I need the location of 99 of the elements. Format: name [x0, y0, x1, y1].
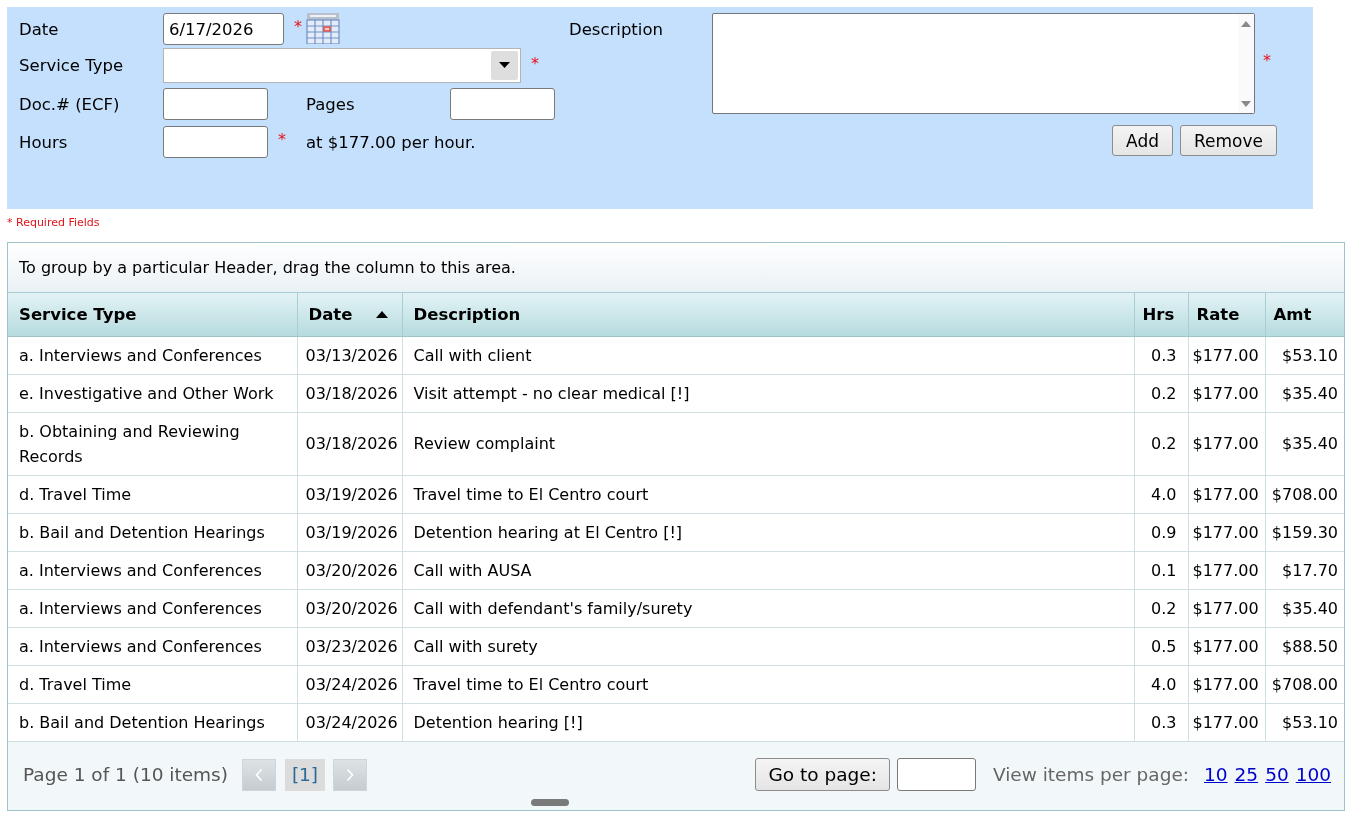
remove-button[interactable]: Remove: [1180, 125, 1277, 156]
page-summary: Page 1 of 1 (10 items): [23, 764, 228, 785]
pages-input[interactable]: [450, 88, 555, 120]
column-header[interactable]: Rate: [1188, 293, 1265, 336]
table-cell: $177.00: [1188, 589, 1265, 627]
resize-handle[interactable]: [531, 798, 569, 806]
table-cell: 0.3: [1134, 703, 1188, 741]
table-cell: e. Investigative and Other Work: [8, 374, 297, 412]
doc-number-input[interactable]: [163, 88, 268, 120]
table-cell: 03/18/2026: [297, 412, 402, 475]
table-cell: Travel time to El Centro court: [402, 475, 1134, 513]
table-cell: $53.10: [1265, 703, 1344, 741]
table-cell: Call with defendant's family/surety: [402, 589, 1134, 627]
page-size-link[interactable]: 100: [1295, 764, 1331, 785]
hours-input[interactable]: [163, 126, 268, 158]
table-cell: b. Bail and Detention Hearings: [8, 703, 297, 741]
table-cell: 03/20/2026: [297, 589, 402, 627]
column-header[interactable]: Hrs: [1134, 293, 1188, 336]
table-cell: a. Interviews and Conferences: [8, 627, 297, 665]
field-label: Doc.# (ECF): [19, 94, 120, 114]
table-cell: $159.30: [1265, 513, 1344, 551]
table-cell: 0.3: [1134, 336, 1188, 374]
page-size-link[interactable]: 50: [1265, 764, 1289, 785]
table-cell: d. Travel Time: [8, 475, 297, 513]
table-cell: $35.40: [1265, 412, 1344, 475]
table-cell: 0.2: [1134, 374, 1188, 412]
table-cell: $17.70: [1265, 551, 1344, 589]
table-cell: 0.2: [1134, 589, 1188, 627]
table-cell: a. Interviews and Conferences: [8, 336, 297, 374]
sort-ascending-icon[interactable]: [376, 311, 389, 319]
table-cell: 03/24/2026: [297, 703, 402, 741]
scroll-up-arrow-icon[interactable]: [1241, 21, 1251, 27]
required-asterisk: *: [294, 19, 302, 35]
field-label: Pages: [306, 94, 355, 114]
table-cell: Call with client: [402, 336, 1134, 374]
table-cell: b. Bail and Detention Hearings: [8, 513, 297, 551]
table-cell: 03/19/2026: [297, 475, 402, 513]
table-cell: Detention hearing [!]: [402, 703, 1134, 741]
table-cell: $177.00: [1188, 513, 1265, 551]
required-asterisk: *: [531, 55, 539, 72]
page-size-link[interactable]: 10: [1204, 764, 1228, 785]
table-cell: $708.00: [1265, 475, 1344, 513]
calendar-icon[interactable]: [306, 12, 340, 44]
table-cell: $177.00: [1188, 627, 1265, 665]
field-label: Date: [19, 19, 59, 39]
page-size-label: View items per page:: [992, 764, 1190, 785]
column-header[interactable]: Amt: [1265, 293, 1344, 336]
table-cell: 03/19/2026: [297, 513, 402, 551]
column-header[interactable]: Service Type: [8, 293, 297, 336]
table-cell: Call with surety: [402, 627, 1134, 665]
table-cell: 03/13/2026: [297, 336, 402, 374]
table-cell: $88.50: [1265, 627, 1344, 665]
required-fields-note: * Required Fields: [7, 215, 100, 230]
table-cell: 0.2: [1134, 412, 1188, 475]
go-to-page-button[interactable]: Go to page:: [755, 758, 890, 791]
table-cell: 4.0: [1134, 475, 1188, 513]
table-cell: 03/20/2026: [297, 551, 402, 589]
scroll-down-arrow-icon[interactable]: [1241, 101, 1251, 107]
table-cell: $177.00: [1188, 475, 1265, 513]
page-number-button[interactable]: [1]: [285, 758, 325, 791]
table-cell: Detention hearing at El Centro [!]: [402, 513, 1134, 551]
table-cell: $53.10: [1265, 336, 1344, 374]
table-cell: a. Interviews and Conferences: [8, 551, 297, 589]
table-cell: $177.00: [1188, 374, 1265, 412]
table-cell: Visit attempt - no clear medical [!]: [402, 374, 1134, 412]
table-cell: 03/24/2026: [297, 665, 402, 703]
table-cell: $177.00: [1188, 551, 1265, 589]
date-input[interactable]: 6/17/2026: [163, 13, 284, 45]
table-cell: 03/18/2026: [297, 374, 402, 412]
table-cell: Review complaint: [402, 412, 1134, 475]
table-cell: $35.40: [1265, 589, 1344, 627]
add-button[interactable]: Add: [1112, 125, 1173, 156]
page-size-link[interactable]: 25: [1234, 764, 1259, 785]
table-cell: $177.00: [1188, 665, 1265, 703]
column-header[interactable]: Description: [402, 293, 1134, 336]
table-cell: Call with AUSA: [402, 551, 1134, 589]
rate-note: at $177.00 per hour.: [306, 132, 476, 152]
table-cell: 0.9: [1134, 513, 1188, 551]
field-label: Description: [569, 18, 663, 41]
required-asterisk: *: [1263, 52, 1271, 69]
table-cell: b. Obtaining and Reviewing Records: [8, 412, 297, 475]
table-cell: $35.40: [1265, 374, 1344, 412]
table-cell: d. Travel Time: [8, 665, 297, 703]
table-cell: 03/23/2026: [297, 627, 402, 665]
column-header[interactable]: Date: [297, 293, 402, 336]
go-to-page-input[interactable]: [896, 758, 976, 791]
required-asterisk: *: [278, 132, 286, 148]
table-cell: 0.5: [1134, 627, 1188, 665]
table-cell: a. Interviews and Conferences: [8, 589, 297, 627]
field-label: Hours: [19, 132, 68, 152]
field-label: Service Type: [19, 56, 124, 75]
table-cell: $708.00: [1265, 665, 1344, 703]
description-textarea[interactable]: [712, 13, 1255, 114]
table-cell: Travel time to El Centro court: [402, 665, 1134, 703]
table-cell: $177.00: [1188, 412, 1265, 475]
table-cell: 0.1: [1134, 551, 1188, 589]
table-cell: 4.0: [1134, 665, 1188, 703]
table-cell: $177.00: [1188, 703, 1265, 741]
table-cell: $177.00: [1188, 336, 1265, 374]
